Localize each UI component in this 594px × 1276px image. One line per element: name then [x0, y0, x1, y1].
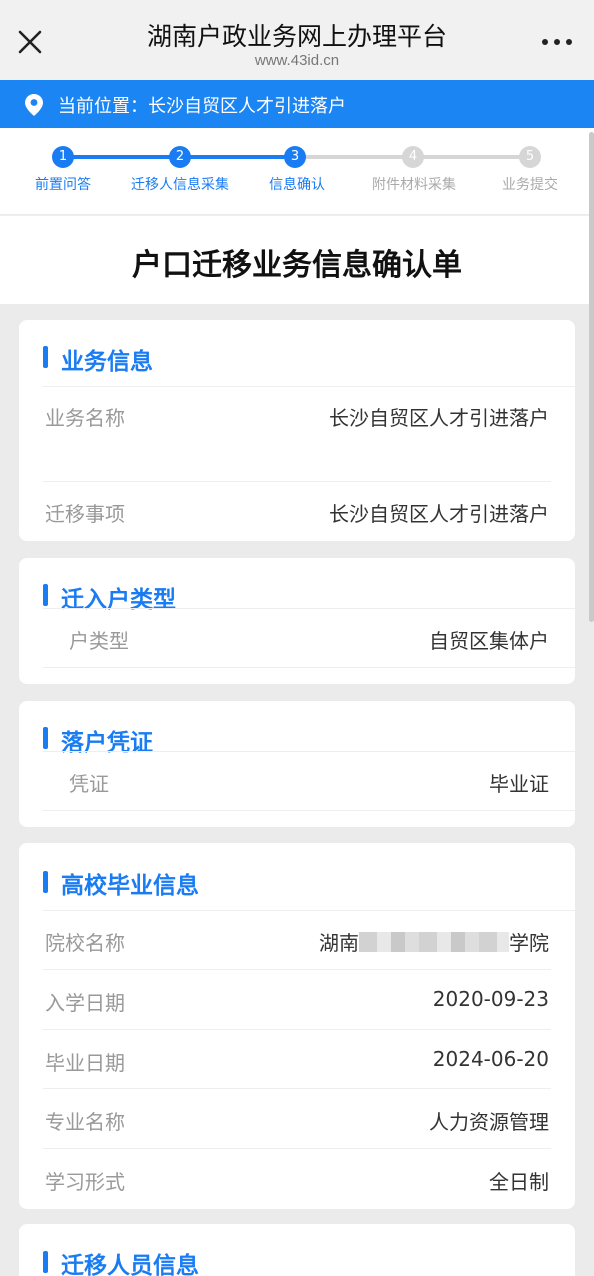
divider	[43, 608, 575, 609]
divider	[43, 969, 551, 970]
app-title: 湖南户政业务网上办理平台	[146, 22, 447, 51]
more-button[interactable]	[540, 32, 574, 52]
divider	[43, 1148, 551, 1149]
divider	[43, 1029, 551, 1030]
migrant-info-card: 迁移人员信息	[19, 1224, 575, 1276]
scrollbar-thumb[interactable]	[589, 132, 594, 622]
field-value: 毕业证	[489, 772, 549, 796]
field-label: 院校名称	[45, 931, 125, 955]
app-url: www.43id.cn	[254, 52, 340, 69]
location-text: 当前位置：长沙自贸区人才引进落户	[58, 96, 346, 117]
school-name-prefix: 湖南	[319, 931, 359, 955]
step-2-label: 迁移人信息采集	[131, 177, 229, 193]
section-accent-bar	[43, 346, 48, 368]
field-label: 户类型	[69, 629, 129, 653]
section-accent-bar	[43, 871, 48, 893]
field-label: 迁移事项	[45, 502, 125, 526]
field-value: 2020-09-23	[432, 987, 549, 1011]
title-bar: 湖南户政业务网上办理平台 www.43id.cn	[0, 0, 594, 80]
divider	[43, 1088, 551, 1089]
step-1-label: 前置问答	[35, 177, 91, 193]
school-name-value: 湖南 学院	[319, 927, 549, 956]
section-title-migrant: 迁移人员信息	[61, 1253, 199, 1276]
field-value: 2024-06-20	[432, 1047, 549, 1071]
divider	[43, 667, 575, 668]
step-3-dot: 3	[284, 146, 306, 168]
step-5-dot: 5	[519, 146, 541, 168]
field-value: 长沙自贸区人才引进落户	[329, 502, 549, 526]
divider	[43, 910, 575, 911]
section-accent-bar	[43, 1251, 48, 1273]
field-label: 入学日期	[45, 991, 125, 1015]
field-label: 凭证	[69, 772, 109, 796]
field-label: 业务名称	[45, 406, 125, 430]
more-icon	[542, 39, 572, 45]
step-5-label: 业务提交	[502, 177, 558, 193]
divider	[43, 386, 575, 387]
document-title: 户口迁移业务信息确认单	[132, 248, 462, 283]
field-label: 专业名称	[45, 1110, 125, 1134]
section-accent-bar	[43, 584, 48, 606]
school-name-suffix: 学院	[509, 931, 549, 955]
divider	[43, 751, 575, 752]
progress-stepper: 1 2 3 4 5 前置问答 迁移人信息采集 信息确认 附件材料采集 业务提交	[0, 128, 594, 214]
location-pin-icon	[25, 94, 43, 116]
field-value: 人力资源管理	[429, 1110, 549, 1134]
divider	[43, 810, 575, 811]
step-4-dot: 4	[402, 146, 424, 168]
section-title-business: 业务信息	[61, 349, 153, 375]
section-accent-bar	[43, 727, 48, 749]
graduation-info-card: 高校毕业信息 院校名称 湖南 学院 入学日期 2020-09-23 毕业日期 20…	[19, 843, 575, 1209]
field-label: 学习形式	[45, 1170, 125, 1194]
household-type-card: 迁入户类型 户类型 自贸区集体户	[19, 558, 575, 684]
field-value: 长沙自贸区人才引进落户	[329, 406, 549, 430]
document-header: 户口迁移业务信息确认单	[0, 215, 594, 304]
step-3-label: 信息确认	[269, 177, 325, 193]
step-4-label: 附件材料采集	[372, 177, 456, 193]
step-1-dot: 1	[52, 146, 74, 168]
step-2-dot: 2	[169, 146, 191, 168]
location-bar: 当前位置：长沙自贸区人才引进落户	[0, 80, 594, 128]
field-value: 全日制	[489, 1170, 549, 1194]
voucher-card: 落户凭证 凭证 毕业证	[19, 701, 575, 827]
field-value: 自贸区集体户	[429, 629, 549, 653]
field-label: 毕业日期	[45, 1051, 125, 1075]
section-title-graduation: 高校毕业信息	[61, 873, 199, 899]
business-info-card: 业务信息 业务名称 长沙自贸区人才引进落户 迁移事项 长沙自贸区人才引进落户	[19, 320, 575, 541]
redacted-mosaic	[359, 932, 509, 952]
divider	[43, 481, 551, 482]
